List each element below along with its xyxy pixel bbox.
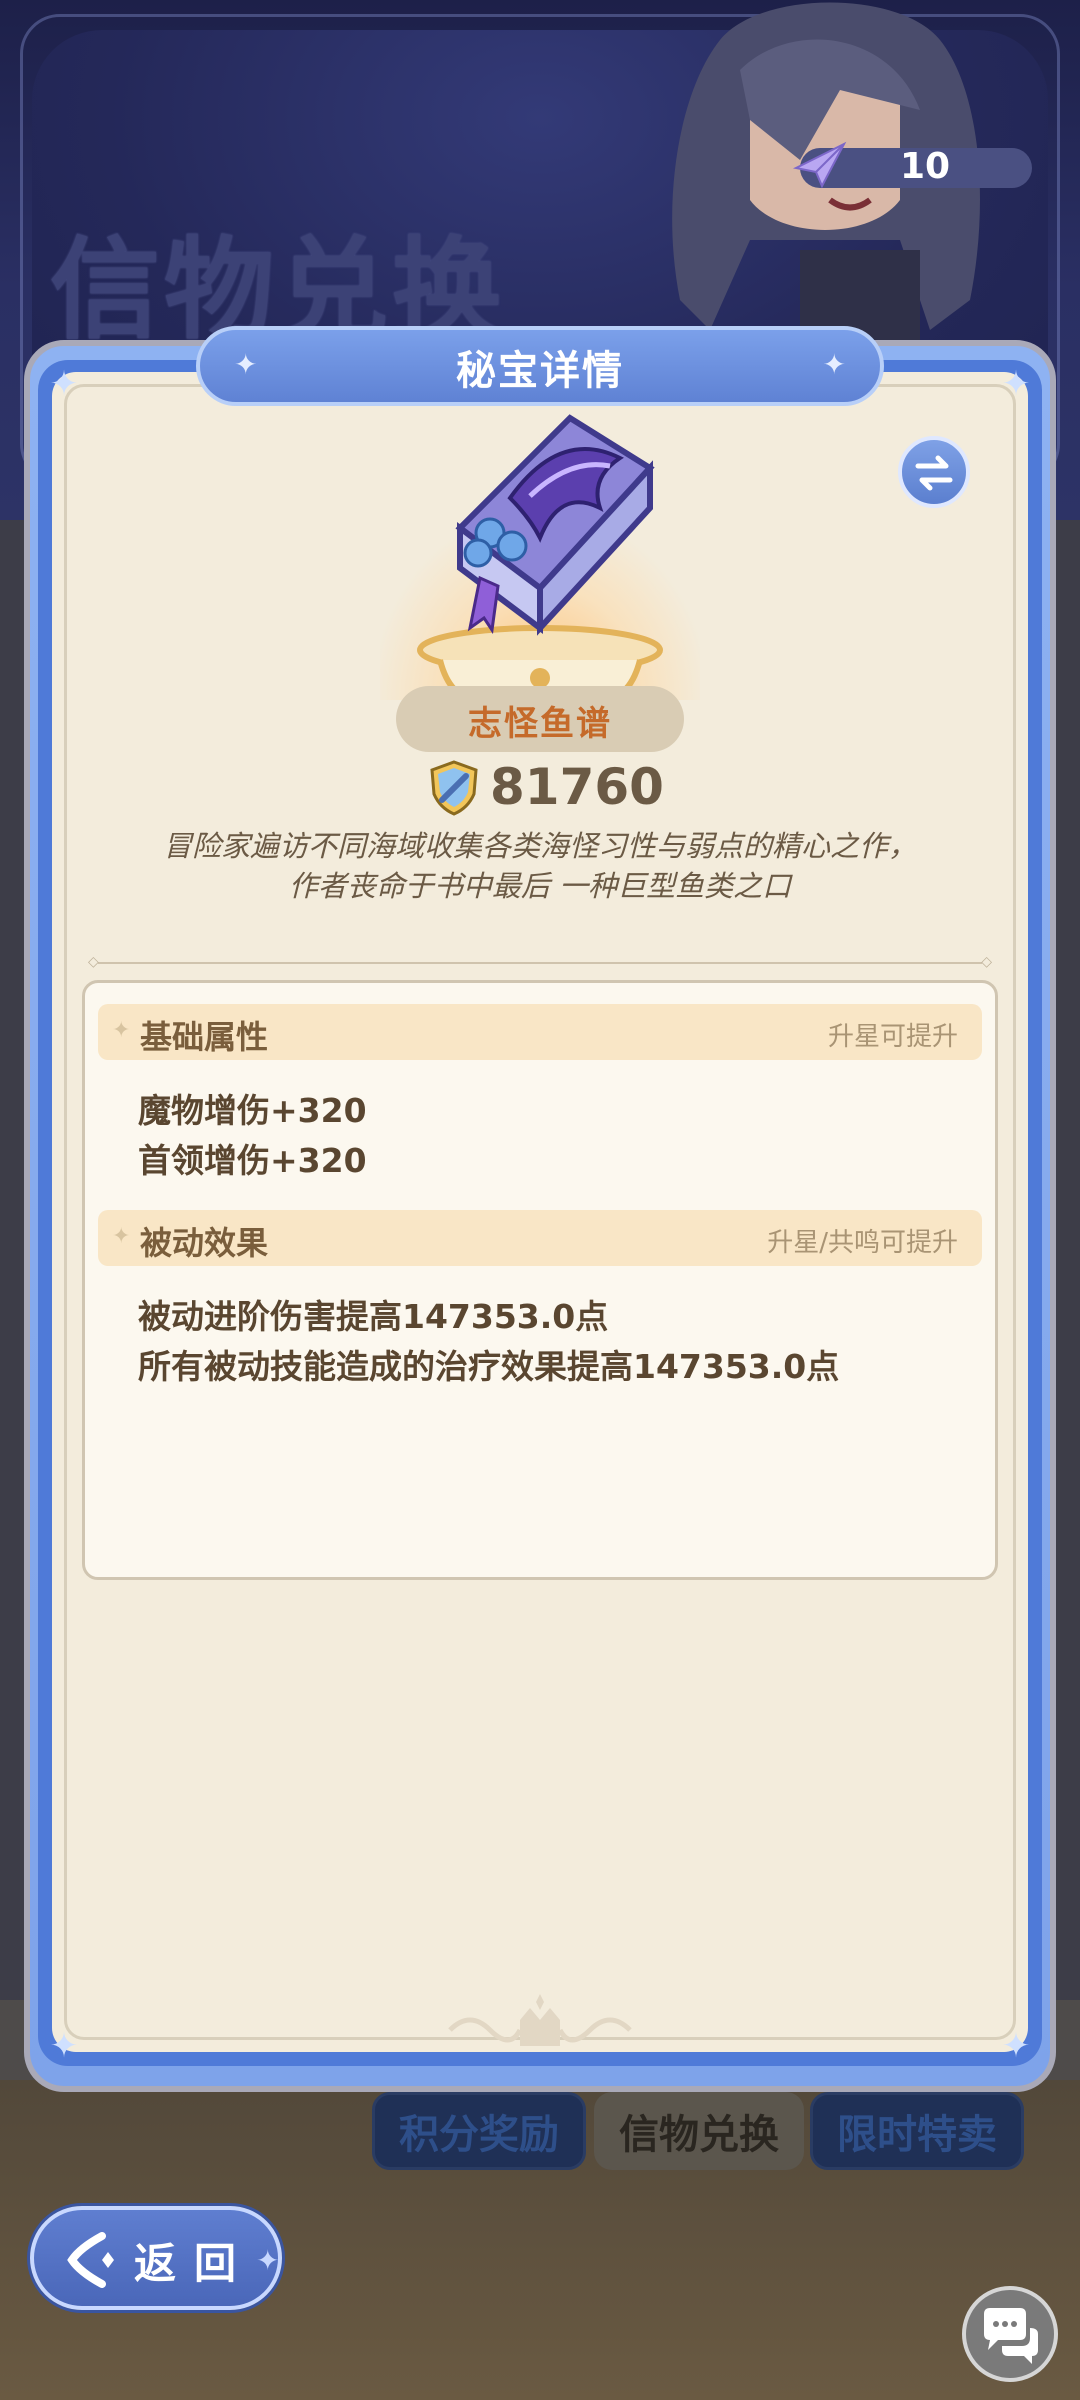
paper-plane-icon <box>792 141 847 189</box>
back-button[interactable]: 返回 ✦ <box>30 2206 282 2310</box>
diamond-icon: ◇ <box>981 954 992 970</box>
sparkle-icon: ✦ <box>112 1018 131 1043</box>
tab-limited-sale[interactable]: 限时特卖 <box>810 2092 1024 2170</box>
star-icon: ✦ <box>822 348 846 381</box>
passive-effect-line: 被动进阶伤害提高147353.0点 <box>138 1297 609 1336</box>
item-power-value: 81760 <box>490 758 664 816</box>
section-divider: ◇ ◇ <box>88 954 992 970</box>
footer-ornament-icon <box>448 1994 632 2046</box>
base-attribute-line: 魔物增伤+320 <box>138 1091 367 1130</box>
chat-button[interactable] <box>962 2286 1058 2382</box>
item-name: 志怪鱼谱 <box>468 704 612 744</box>
currency-value: 10 <box>900 146 951 187</box>
power-shield-icon <box>430 760 478 816</box>
swap-arrows-icon <box>915 455 953 491</box>
item-description-line-1: 冒险家遍访不同海域收集各类海怪习性与弱点的精心之作， <box>162 829 917 863</box>
modal-header: ✦ 秘宝详情 ✦ <box>196 326 884 406</box>
base-attributes-note: 升星可提升 <box>827 1022 958 1052</box>
tab-score-rewards[interactable]: 积分奖励 <box>372 2092 586 2170</box>
corner-star-icon: ✦ <box>49 2026 79 2066</box>
diamond-icon: ◇ <box>88 954 99 970</box>
modal-title: 秘宝详情 <box>456 348 624 394</box>
chat-bubble-icon <box>984 2308 1038 2364</box>
item-description-line-2: 作者丧命于书中最后 一种巨型鱼类之口 <box>288 869 792 903</box>
sparkle-icon: ✦ <box>112 1224 131 1249</box>
passive-effects-header: ✦ 被动效果 升星/共鸣可提升 <box>98 1210 982 1266</box>
passive-effect-line: 所有被动技能造成的治疗效果提高147353.0点 <box>138 1347 840 1386</box>
back-arrow-icon <box>67 2232 114 2288</box>
passive-effects-note: 升星/共鸣可提升 <box>767 1228 958 1258</box>
passive-effects-title: 被动效果 <box>140 1224 269 1262</box>
corner-star-icon: ✦ <box>1001 364 1031 404</box>
base-attributes-header: ✦ 基础属性 升星可提升 <box>98 1004 982 1060</box>
book-item-icon <box>455 414 655 636</box>
swap-button[interactable] <box>898 436 970 508</box>
back-button-label: 返回 <box>134 2239 255 2288</box>
sparkle-icon: ✦ <box>256 2244 280 2277</box>
item-description: 冒险家遍访不同海域收集各类海怪习性与弱点的精心之作， 作者丧命于书中最后 一种巨… <box>60 826 1020 906</box>
tab-token-exchange[interactable]: 信物兑换 <box>594 2092 804 2170</box>
attribute-panel <box>82 980 998 1580</box>
corner-star-icon: ✦ <box>49 364 79 404</box>
base-attribute-line: 首领增伤+320 <box>138 1141 367 1180</box>
item-name-pill: 志怪鱼谱 <box>396 686 684 752</box>
base-attributes-title: 基础属性 <box>140 1018 269 1056</box>
divider-line <box>98 962 982 964</box>
corner-star-icon: ✦ <box>1001 2026 1031 2066</box>
